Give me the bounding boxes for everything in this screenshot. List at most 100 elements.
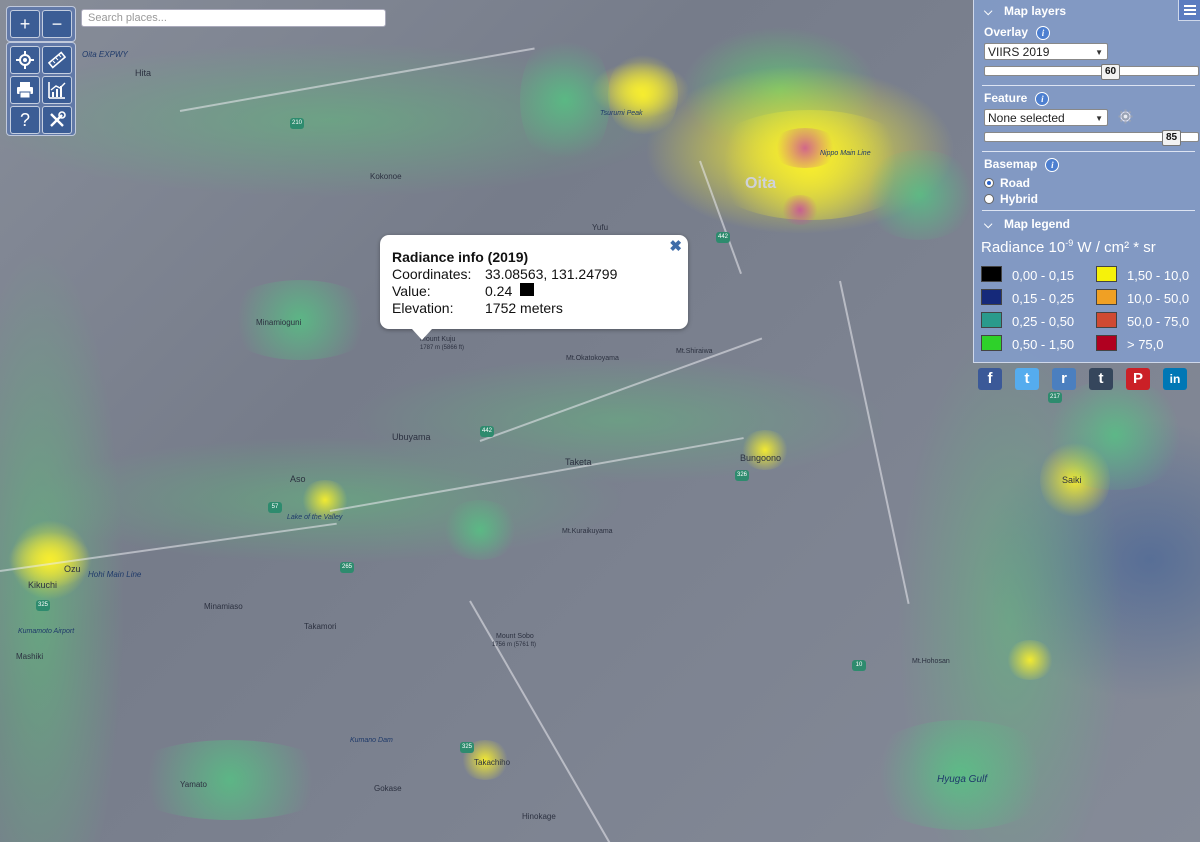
legend-item: 0,15 - 0,25 [981, 289, 1074, 306]
map-label-bungoono: Bungoono [740, 453, 782, 463]
zoom-in-button[interactable]: + [10, 10, 40, 38]
feature-opacity-thumb[interactable]: 85 [1162, 130, 1182, 146]
layers-panel: ⌵ Map layers Overlay i VIIRS 2019 ▼ 60 Feat… [973, 0, 1200, 363]
radiance-blob [440, 500, 520, 560]
info-icon[interactable]: i [1035, 91, 1050, 106]
feature-label: Feature [984, 91, 1028, 105]
help-button[interactable]: ? [10, 106, 40, 134]
value-value: 0.24 [485, 283, 513, 299]
basemap-label: Basemap [984, 157, 1038, 171]
divider [982, 151, 1195, 152]
map-label-kikuchi: Kikuchi [28, 580, 58, 590]
overlay-selected: VIIRS 2019 [988, 45, 1050, 59]
legend-swatch [1096, 312, 1117, 328]
feature-select[interactable]: None selected ▼ [984, 109, 1108, 126]
pinterest-share-icon[interactable]: P [1126, 368, 1150, 390]
feature-label-row: Feature i [984, 91, 1050, 106]
route-shield: 210 [290, 118, 304, 129]
legend-label: 0,50 - 1,50 [1012, 337, 1075, 352]
route-shield: 217 [1048, 392, 1062, 403]
facebook-share-icon[interactable]: f [978, 368, 1002, 390]
map-label-nippo-main-line: Nippo Main Line [820, 150, 871, 157]
map-label-takachiho: Takachiho [474, 758, 511, 767]
overlay-label: Overlay [984, 25, 1029, 39]
measure-button[interactable] [42, 46, 72, 74]
overlay-opacity-slider[interactable]: 60 [984, 64, 1199, 80]
reddit-share-icon[interactable]: r [1052, 368, 1076, 390]
menu-button[interactable] [1178, 0, 1200, 21]
map-label-ubuyama: Ubuyama [392, 432, 431, 442]
map-layers-header[interactable]: ⌵ Map layers [984, 4, 1066, 19]
map-label-saiki: Saiki [1062, 475, 1082, 485]
radiance-blob [120, 740, 340, 820]
zoom-out-button[interactable]: − [42, 10, 72, 38]
basemap-hybrid-radio[interactable]: Hybrid [984, 192, 1038, 206]
value-color-swatch [520, 283, 534, 296]
radiance-blob [1005, 640, 1055, 680]
tools-control: ? [6, 42, 76, 136]
legend-label: > 75,0 [1127, 337, 1164, 352]
map-label-taketa: Taketa [565, 457, 592, 467]
map-legend-header[interactable]: ⌵ Map legend [984, 217, 1070, 232]
chevron-down-icon: ▼ [1095, 48, 1103, 57]
basemap-road-radio[interactable]: Road [984, 176, 1030, 190]
overlay-select[interactable]: VIIRS 2019 ▼ [984, 43, 1108, 60]
printer-icon [16, 82, 34, 103]
map-label-ozu: Ozu [64, 564, 81, 574]
chart-button[interactable] [42, 76, 72, 104]
crosshair-icon [16, 51, 34, 73]
legend-item: 0,25 - 0,50 [981, 312, 1074, 329]
settings-button[interactable] [42, 106, 72, 134]
map-label-sobo-elev: 1756 m (5761 ft) [492, 642, 537, 648]
basemap-label-row: Basemap i [984, 157, 1060, 172]
print-button[interactable] [10, 76, 40, 104]
map-label-mt-hohosan: Mt.Hohosan [912, 658, 950, 665]
map-label-hinokage: Hinokage [522, 812, 556, 821]
map-label-oita-expwy: Oita EXPWY [82, 50, 128, 59]
chevron-down-icon: ⌵ [984, 6, 993, 18]
legend-label: 50,0 - 75,0 [1127, 314, 1190, 329]
popup-close-button[interactable]: ✖ [669, 237, 682, 255]
elevation-label: Elevation: [392, 300, 454, 316]
legend-swatch [981, 289, 1002, 305]
legend-unit-title: Radiance 10-9 W / cm² * sr [981, 238, 1156, 256]
coordinates-label: Coordinates: [392, 266, 472, 282]
search-input[interactable] [81, 9, 386, 27]
legend-swatch [1096, 335, 1117, 351]
zoom-control: + − [6, 6, 76, 42]
radiance-blob [770, 128, 840, 168]
map-legend-title: Map legend [1004, 217, 1071, 231]
legend-item: > 75,0 [1096, 335, 1164, 352]
info-icon[interactable]: i [1045, 157, 1060, 172]
map-label-mount-sobo: Mount Sobo [496, 633, 534, 640]
map-label-minamioguni: Minamioguni [256, 318, 302, 327]
chevron-down-icon: ⌵ [984, 219, 993, 231]
elevation-value: 1752 meters [485, 300, 563, 316]
legend-item: 10,0 - 50,0 [1096, 289, 1189, 306]
radiance-blob [740, 430, 790, 470]
legend-item: 0,00 - 0,15 [981, 266, 1074, 283]
info-icon[interactable]: i [1036, 25, 1051, 40]
legend-swatch [1096, 266, 1117, 282]
popup-title: Radiance info (2019) [392, 249, 529, 265]
tools-icon [48, 111, 66, 133]
overlay-opacity-thumb[interactable]: 60 [1101, 64, 1121, 80]
twitter-share-icon[interactable]: t [1015, 368, 1039, 390]
road [469, 600, 621, 842]
linkedin-share-icon[interactable]: in [1163, 368, 1187, 390]
feature-opacity-slider[interactable]: 85 [984, 130, 1199, 146]
locate-button[interactable] [10, 46, 40, 74]
legend-swatch [1096, 289, 1117, 305]
route-shield: 325 [460, 742, 474, 753]
legend-item: 1,50 - 10,0 [1096, 266, 1189, 283]
map-label-yamato: Yamato [180, 780, 207, 789]
feature-settings-button[interactable] [1118, 109, 1133, 127]
map-label-mashiki: Mashiki [16, 652, 44, 661]
map-label-kumamoto-airport: Kumamoto Airport [18, 628, 75, 635]
route-shield: 326 [735, 470, 749, 481]
map-label-oita: Oita [745, 175, 777, 192]
map-label-hohi-main-line: Hohi Main Line [88, 570, 142, 579]
tumblr-share-icon[interactable]: t [1089, 368, 1113, 390]
road [479, 337, 763, 442]
map-label-yufu: Yufu [592, 223, 609, 232]
